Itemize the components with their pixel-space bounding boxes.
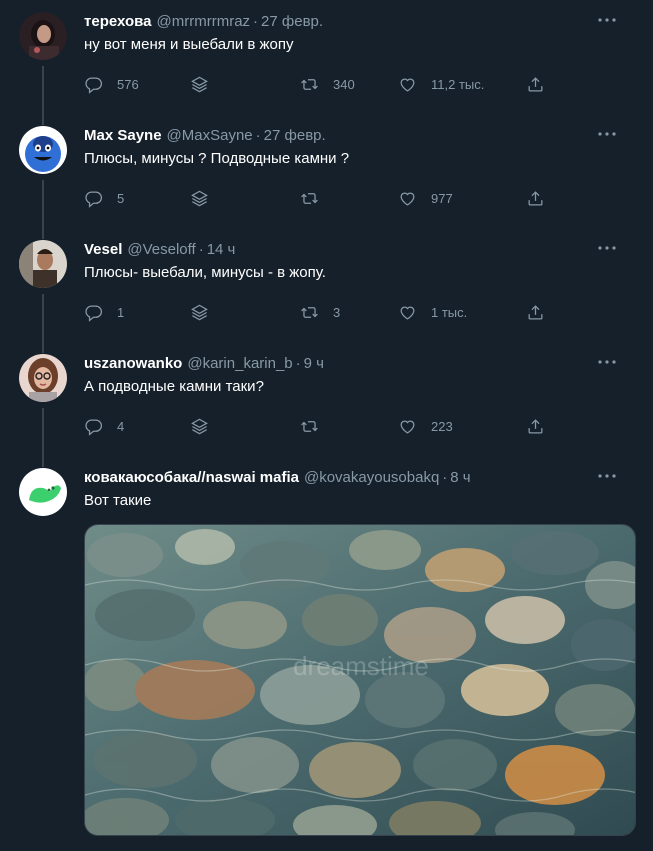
- retweet-button[interactable]: [300, 414, 333, 438]
- tweet-text: А подводные камни таки?: [84, 378, 264, 395]
- heart-icon: [400, 420, 415, 434]
- tweet-image[interactable]: dreamstime: [84, 524, 636, 836]
- like-count: 977: [431, 190, 453, 206]
- more-icon[interactable]: [595, 8, 619, 32]
- reply-icon: [85, 305, 102, 322]
- handle[interactable]: @MaxSayne: [167, 126, 253, 146]
- handle[interactable]: @mrrmrrmraz: [157, 12, 251, 32]
- stack-button[interactable]: [190, 414, 209, 438]
- handle[interactable]: @Veseloff: [127, 240, 195, 260]
- tweet-text: Плюсы- выебали, минусы - в жопу.: [84, 264, 326, 281]
- reply-button[interactable]: 5: [84, 186, 124, 210]
- retweet-button[interactable]: 3: [300, 300, 340, 324]
- handle[interactable]: @karin_karin_b: [187, 354, 292, 374]
- stack-button[interactable]: [190, 186, 209, 210]
- tweet-actions: 5 977: [84, 186, 653, 210]
- tweet-actions: 576 340 11,2 тыс.: [84, 72, 653, 96]
- avatar[interactable]: [19, 12, 67, 60]
- pebbles-image: dreamstime: [85, 525, 635, 835]
- reply-icon: [85, 77, 102, 94]
- retweet-icon: [301, 420, 318, 432]
- more-icon[interactable]: [595, 350, 619, 374]
- share-icon: [528, 190, 543, 205]
- separator-dot: ·: [253, 13, 259, 30]
- handle[interactable]: @kovakayousobakq: [304, 468, 439, 488]
- tweet-text: ну вот меня и выебали в жопу: [84, 36, 294, 53]
- avatar[interactable]: [19, 354, 67, 402]
- more-icon[interactable]: [595, 464, 619, 488]
- share-button[interactable]: [526, 72, 545, 96]
- like-count: 223: [431, 418, 453, 434]
- tweet-actions: 4 223: [84, 414, 653, 438]
- share-button[interactable]: [526, 414, 545, 438]
- like-button[interactable]: 977: [398, 186, 453, 210]
- tweet[interactable]: терехова @mrrmrrmraz · 27 февр. ну вот м…: [0, 0, 653, 114]
- watermark: dreamstime: [293, 651, 429, 681]
- separator-dot: ·: [295, 355, 301, 372]
- reply-count: 4: [117, 418, 125, 434]
- reply-count: 5: [117, 190, 125, 206]
- stack-icon: [191, 304, 208, 320]
- retweet-count: 3: [333, 304, 341, 320]
- tweet-text: Вот такие: [84, 492, 152, 509]
- more-icon[interactable]: [595, 122, 619, 146]
- separator-dot: ·: [442, 469, 448, 486]
- reply-count: 576: [117, 76, 139, 92]
- display-name[interactable]: терехова: [84, 12, 152, 32]
- timestamp[interactable]: 9 ч: [304, 354, 324, 374]
- reply-button[interactable]: 576: [84, 72, 139, 96]
- heart-icon: [400, 192, 415, 206]
- display-name[interactable]: uszanowanko: [84, 354, 182, 374]
- retweet-icon: [301, 78, 318, 90]
- avatar[interactable]: [19, 240, 67, 288]
- like-button[interactable]: 223: [398, 414, 453, 438]
- timestamp[interactable]: 8 ч: [450, 468, 470, 488]
- like-button[interactable]: 11,2 тыс.: [398, 72, 484, 96]
- stack-button[interactable]: [190, 300, 209, 324]
- stack-button[interactable]: [190, 72, 209, 96]
- retweet-icon: [301, 306, 318, 318]
- more-icon[interactable]: [595, 236, 619, 260]
- retweet-button[interactable]: 340: [300, 72, 355, 96]
- reply-icon: [85, 191, 102, 208]
- timeline: терехова @mrrmrrmraz · 27 февр. ну вот м…: [0, 0, 653, 851]
- display-name[interactable]: ковакаюсобака//naswai mafia: [84, 468, 299, 488]
- tweet[interactable]: uszanowanko @karin_karin_b · 9 ч А подво…: [0, 342, 653, 456]
- share-button[interactable]: [526, 186, 545, 210]
- reply-icon: [85, 419, 102, 436]
- like-button[interactable]: 1 тыс.: [398, 300, 467, 324]
- separator-dot: ·: [198, 241, 204, 258]
- like-count: 11,2 тыс.: [431, 76, 485, 92]
- display-name[interactable]: Vesel: [84, 240, 122, 260]
- retweet-icon: [301, 192, 318, 204]
- reply-button[interactable]: 1: [84, 300, 124, 324]
- timestamp[interactable]: 27 февр.: [261, 12, 323, 32]
- stack-icon: [191, 190, 208, 206]
- retweet-count: 340: [333, 76, 355, 92]
- heart-icon: [400, 306, 415, 320]
- reply-button[interactable]: 4: [84, 414, 124, 438]
- timestamp[interactable]: 27 февр.: [264, 126, 326, 146]
- share-icon: [528, 304, 543, 319]
- tweet-text: Плюсы, минусы ? Подводные камни ?: [84, 150, 350, 167]
- retweet-button[interactable]: [300, 186, 333, 210]
- tweet[interactable]: Max Sayne @MaxSayne · 27 февр. Плюсы, ми…: [0, 114, 653, 228]
- stack-icon: [191, 418, 208, 434]
- like-count: 1 тыс.: [431, 304, 468, 320]
- display-name[interactable]: Max Sayne: [84, 126, 162, 146]
- stack-icon: [191, 76, 208, 92]
- tweet-actions: 1 3 1 тыс.: [84, 300, 653, 324]
- avatar[interactable]: [19, 126, 67, 174]
- share-icon: [528, 418, 543, 433]
- separator-dot: ·: [255, 127, 261, 144]
- avatar[interactable]: [19, 468, 67, 516]
- share-button[interactable]: [526, 300, 545, 324]
- tweet[interactable]: Vesel @Veseloff · 14 ч Плюсы- выебали, м…: [0, 228, 653, 342]
- timestamp[interactable]: 14 ч: [207, 240, 236, 260]
- heart-icon: [400, 78, 415, 92]
- reply-count: 1: [117, 304, 125, 320]
- share-icon: [528, 76, 543, 91]
